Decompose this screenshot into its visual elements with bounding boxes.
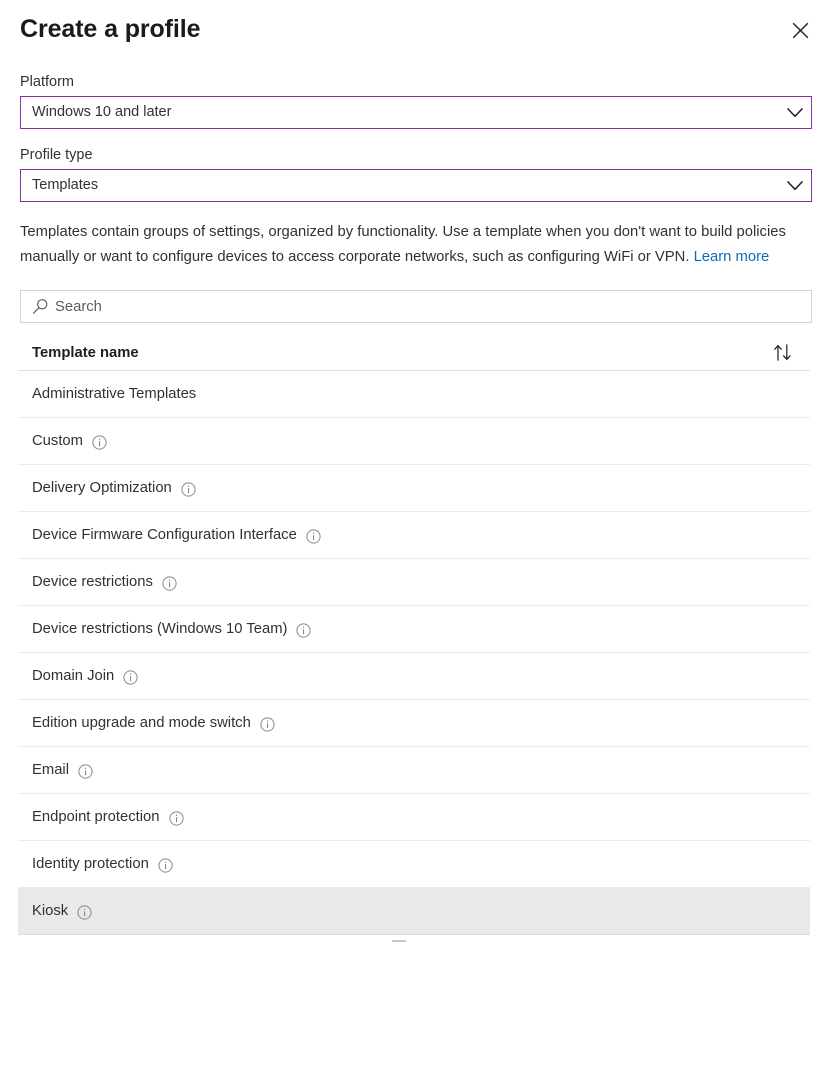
template-name-label: Domain Join bbox=[32, 666, 114, 686]
info-icon[interactable] bbox=[306, 529, 321, 544]
info-icon[interactable] bbox=[92, 435, 107, 450]
info-glyph bbox=[78, 764, 93, 779]
template-name-label: Email bbox=[32, 760, 69, 780]
sort-ascending-descending-icon[interactable] bbox=[770, 344, 796, 361]
table-body: Administrative Templates Custom Delivery O… bbox=[18, 371, 810, 935]
info-icon[interactable] bbox=[123, 670, 138, 685]
info-icon[interactable] bbox=[296, 623, 311, 638]
profile-type-label: Profile type bbox=[20, 145, 808, 165]
template-name-label: Administrative Templates bbox=[32, 384, 196, 404]
info-icon[interactable] bbox=[169, 811, 184, 826]
partial-row-stub bbox=[392, 940, 406, 942]
profile-type-selected-value: Templates bbox=[21, 170, 779, 201]
template-name-label: Identity protection bbox=[32, 854, 149, 874]
create-profile-panel: Create a profile Platform Windows 10 and… bbox=[0, 0, 828, 1066]
table-row-content: Identity protection bbox=[32, 854, 173, 874]
info-glyph bbox=[169, 811, 184, 826]
table-header-row: Template name bbox=[18, 335, 810, 371]
table-row[interactable]: Custom bbox=[18, 418, 810, 465]
chevron-down-glyph bbox=[787, 181, 803, 191]
info-icon[interactable] bbox=[78, 764, 93, 779]
learn-more-link[interactable]: Learn more bbox=[694, 249, 770, 265]
info-glyph bbox=[123, 670, 138, 685]
table-row[interactable]: Identity protection bbox=[18, 841, 810, 888]
template-name-label: Device Firmware Configuration Interface bbox=[32, 525, 297, 545]
panel-header: Create a profile bbox=[0, 0, 828, 72]
table-row[interactable]: Domain Join bbox=[18, 653, 810, 700]
template-name-label: Custom bbox=[32, 431, 83, 451]
template-name-label: Endpoint protection bbox=[32, 807, 160, 827]
template-name-label: Device restrictions bbox=[32, 572, 153, 592]
column-header-template-name: Template name bbox=[32, 345, 770, 361]
table-row[interactable]: Device restrictions (Windows 10 Team) bbox=[18, 606, 810, 653]
table-row[interactable]: Device Firmware Configuration Interface bbox=[18, 512, 810, 559]
table-row-content: Delivery Optimization bbox=[32, 478, 196, 498]
description-text: Templates contain groups of settings, or… bbox=[20, 224, 786, 265]
table-row[interactable]: Delivery Optimization bbox=[18, 465, 810, 512]
info-glyph bbox=[181, 482, 196, 497]
info-icon[interactable] bbox=[162, 576, 177, 591]
platform-selected-value: Windows 10 and later bbox=[21, 97, 779, 128]
sort-glyph bbox=[773, 344, 793, 361]
table-row-content: Device restrictions (Windows 10 Team) bbox=[32, 619, 311, 639]
search-box[interactable] bbox=[20, 290, 812, 323]
table-row-content: Kiosk bbox=[32, 901, 92, 921]
table-row-content: Email bbox=[32, 760, 93, 780]
table-row[interactable]: Device restrictions bbox=[18, 559, 810, 606]
info-icon[interactable] bbox=[260, 717, 275, 732]
close-glyph bbox=[792, 22, 809, 39]
profile-type-dropdown[interactable]: Templates bbox=[20, 169, 812, 202]
info-glyph bbox=[162, 576, 177, 591]
info-glyph bbox=[260, 717, 275, 732]
table-row-content: Device restrictions bbox=[32, 572, 177, 592]
info-glyph bbox=[92, 435, 107, 450]
table-row-content: Domain Join bbox=[32, 666, 138, 686]
templates-description: Templates contain groups of settings, or… bbox=[20, 220, 810, 270]
info-icon[interactable] bbox=[181, 482, 196, 497]
search-glyph bbox=[32, 298, 49, 315]
info-icon[interactable] bbox=[77, 905, 92, 920]
template-name-label: Edition upgrade and mode switch bbox=[32, 713, 251, 733]
table-row[interactable]: Administrative Templates bbox=[18, 371, 810, 418]
table-row-content: Administrative Templates bbox=[32, 384, 196, 404]
chevron-down-icon bbox=[779, 108, 811, 118]
table-row[interactable]: Endpoint protection bbox=[18, 794, 810, 841]
table-bottom-clip bbox=[18, 935, 810, 945]
info-glyph bbox=[306, 529, 321, 544]
platform-dropdown[interactable]: Windows 10 and later bbox=[20, 96, 812, 129]
search-input[interactable] bbox=[55, 292, 811, 321]
info-glyph bbox=[77, 905, 92, 920]
chevron-down-glyph bbox=[787, 108, 803, 118]
template-name-label: Device restrictions (Windows 10 Team) bbox=[32, 619, 287, 639]
info-glyph bbox=[296, 623, 311, 638]
table-row[interactable]: Kiosk bbox=[18, 888, 810, 935]
chevron-down-icon bbox=[779, 181, 811, 191]
table-row[interactable]: Email bbox=[18, 747, 810, 794]
template-name-label: Kiosk bbox=[32, 901, 68, 921]
platform-label: Platform bbox=[20, 72, 808, 92]
info-glyph bbox=[158, 858, 173, 873]
table-row[interactable]: Edition upgrade and mode switch bbox=[18, 700, 810, 747]
table-row-content: Edition upgrade and mode switch bbox=[32, 713, 275, 733]
close-icon[interactable] bbox=[784, 14, 816, 46]
search-icon bbox=[21, 298, 55, 315]
profile-form: Platform Windows 10 and later Profile ty… bbox=[0, 72, 828, 202]
template-table: Template name Administrative Templates Cu… bbox=[18, 335, 810, 935]
table-row-content: Device Firmware Configuration Interface bbox=[32, 525, 321, 545]
table-row-content: Custom bbox=[32, 431, 107, 451]
template-name-label: Delivery Optimization bbox=[32, 478, 172, 498]
info-icon[interactable] bbox=[158, 858, 173, 873]
table-row-content: Endpoint protection bbox=[32, 807, 184, 827]
page-title: Create a profile bbox=[20, 12, 200, 46]
